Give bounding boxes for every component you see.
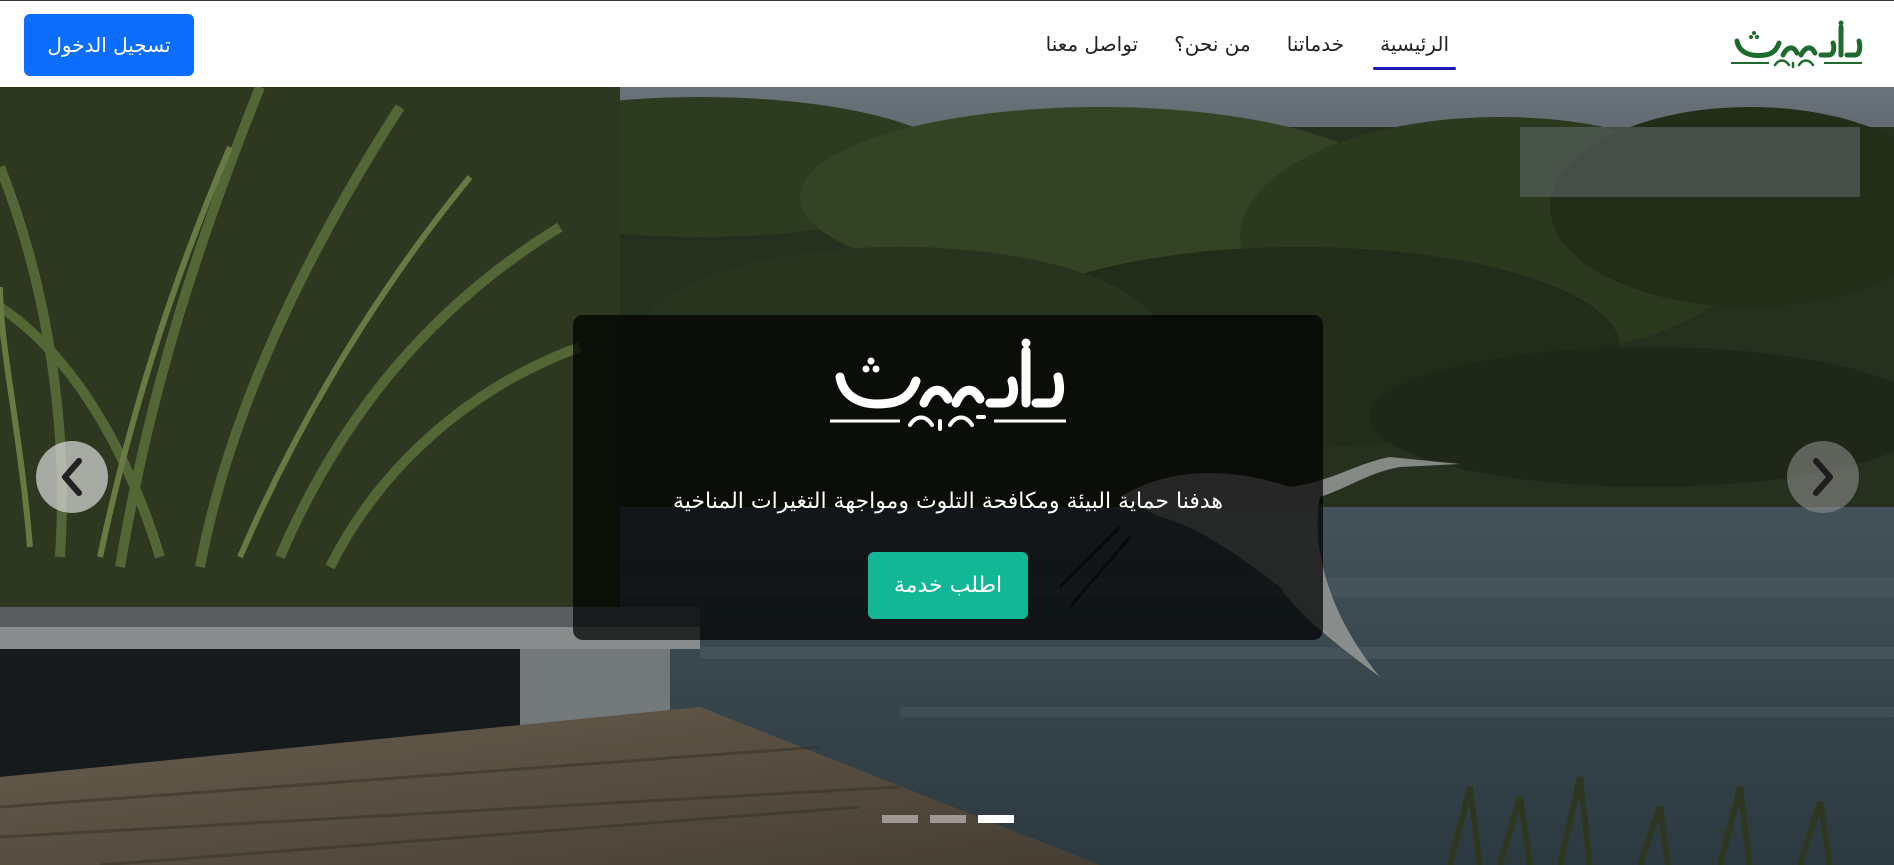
carousel-next-button[interactable] xyxy=(1787,441,1859,513)
caption-logo xyxy=(828,337,1068,437)
hero-carousel: هدفنا حماية البيئة ومكافحة التلوث ومواجه… xyxy=(0,87,1894,865)
nav-link-contact[interactable]: تواصل معنا xyxy=(1039,1,1145,88)
carousel-indicator-3[interactable] xyxy=(978,815,1014,823)
nav-link-about[interactable]: من نحن؟ xyxy=(1167,1,1258,88)
nav-link-services[interactable]: خدماتنا xyxy=(1280,1,1351,88)
chevron-left-icon xyxy=(62,458,82,496)
login-button[interactable]: تسجيل الدخول xyxy=(24,14,194,76)
brand-logo[interactable] xyxy=(1729,19,1864,73)
hero-tagline: هدفنا حماية البيئة ومكافحة التلوث ومواجه… xyxy=(672,489,1223,514)
aswan-green-logo-icon xyxy=(1731,20,1863,69)
chevron-right-icon xyxy=(1813,458,1833,496)
aswan-green-white-logo-icon xyxy=(830,338,1066,431)
request-service-button[interactable]: اطلب خدمة xyxy=(868,552,1028,619)
nav-links: الرئيسية خدماتنا من نحن؟ تواصل معنا xyxy=(1017,1,1456,88)
hero-caption-box: هدفنا حماية البيئة ومكافحة التلوث ومواجه… xyxy=(573,315,1323,640)
carousel-indicator-1[interactable] xyxy=(882,815,918,823)
carousel-indicators xyxy=(882,815,1014,823)
nav-link-home[interactable]: الرئيسية xyxy=(1373,1,1456,88)
top-navbar: الرئيسية خدماتنا من نحن؟ تواصل معنا تسجي… xyxy=(0,0,1894,87)
carousel-indicator-2[interactable] xyxy=(930,815,966,823)
carousel-prev-button[interactable] xyxy=(36,441,108,513)
